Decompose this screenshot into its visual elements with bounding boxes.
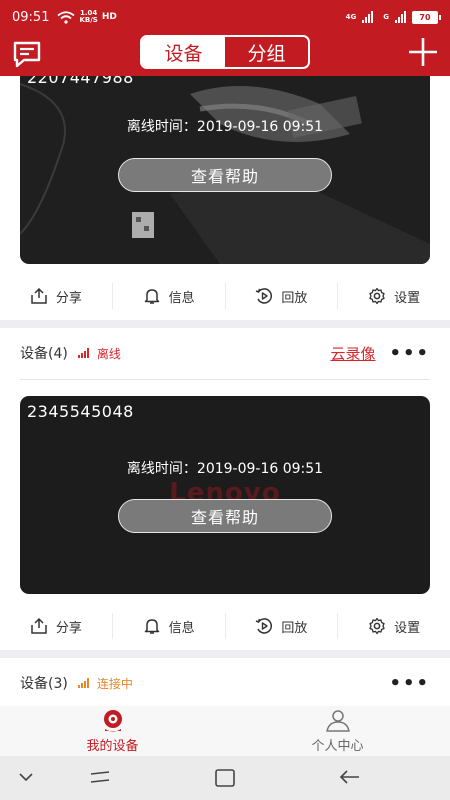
device-id: 2345545048 — [27, 402, 134, 421]
playback-label: 回放 — [281, 620, 308, 636]
playback-label: 回放 — [281, 290, 308, 306]
device-header: 设备(3) 连接中 ••• — [0, 658, 450, 706]
device-card: 设备(3) 连接中 ••• — [0, 658, 450, 706]
tab-groups[interactable]: 分组 — [225, 37, 308, 67]
settings-button[interactable]: 设置 — [338, 613, 450, 639]
add-icon[interactable] — [408, 37, 438, 67]
share-label: 分享 — [55, 620, 82, 636]
bell-icon — [144, 619, 159, 634]
system-nav-bar — [0, 756, 450, 800]
tab-devices[interactable]: 设备 — [142, 37, 225, 67]
status-bar: 09:51 1.04 KB/S HD 4G G 70 — [0, 0, 450, 34]
info-label: 信息 — [168, 290, 195, 306]
playback-icon — [256, 288, 273, 304]
message-icon[interactable] — [12, 40, 42, 68]
bell-icon — [144, 289, 159, 304]
more-options-button[interactable]: ••• — [389, 343, 430, 364]
signal-bars-icon — [77, 348, 89, 358]
help-button[interactable]: 查看帮助 — [118, 499, 332, 533]
device-card: 2207447988 离线时间：2019-09-16 09:51 查看帮助 分享… — [0, 76, 450, 320]
tab-my-devices[interactable]: 我的设备 — [0, 706, 225, 756]
signal-bars-icon — [77, 678, 89, 688]
signal-icon — [362, 11, 374, 23]
recents-icon[interactable] — [88, 767, 112, 787]
share-button[interactable]: 分享 — [0, 283, 113, 309]
signal-icon — [395, 11, 406, 23]
playback-button[interactable]: 回放 — [226, 613, 339, 639]
bottom-nav: 我的设备 个人中心 — [0, 706, 450, 756]
share-icon — [31, 287, 47, 304]
device-list[interactable]: 2207447988 离线时间：2019-09-16 09:51 查看帮助 分享… — [0, 76, 450, 706]
offline-time: 离线时间：2019-09-16 09:51 — [126, 461, 324, 477]
device-id: 2207447988 — [27, 76, 134, 87]
app-header: 设备 分组 — [0, 34, 450, 76]
battery-icon: 70 — [412, 10, 441, 24]
net-type-1: 4G — [345, 12, 357, 21]
chevron-down-icon[interactable] — [16, 767, 36, 787]
settings-icon — [369, 287, 385, 305]
divider — [20, 379, 430, 380]
status-time: 09:51 — [12, 9, 50, 25]
camera-icon — [103, 709, 122, 731]
settings-label: 设置 — [394, 290, 421, 306]
status-badge: 离线 — [96, 346, 121, 361]
my-devices-label: 我的设备 — [86, 738, 139, 754]
settings-label: 设置 — [394, 620, 421, 636]
video-preview[interactable]: 2207447988 离线时间：2019-09-16 09:51 查看帮助 — [20, 76, 430, 264]
device-name: 设备(4) — [20, 346, 68, 362]
net-speed-unit: KB/S — [79, 16, 98, 24]
action-bar: 分享 信息 回放 设置 — [0, 606, 450, 646]
playback-button[interactable]: 回放 — [226, 283, 339, 309]
home-icon[interactable] — [213, 767, 237, 789]
device-header: 设备(4) 离线 云录像 ••• — [0, 328, 450, 378]
info-label: 信息 — [168, 620, 195, 636]
offline-time: 离线时间：2019-09-16 09:51 — [126, 119, 324, 135]
wifi-icon — [57, 10, 76, 24]
settings-button[interactable]: 设置 — [338, 283, 450, 309]
cloud-recording-link[interactable]: 云录像 — [330, 343, 375, 364]
share-button[interactable]: 分享 — [0, 613, 113, 639]
share-label: 分享 — [55, 290, 82, 306]
info-button[interactable]: 信息 — [113, 283, 226, 309]
hd-badge: HD — [101, 11, 117, 22]
top-bar: 09:51 1.04 KB/S HD 4G G 70 设备 分组 — [0, 0, 450, 76]
video-preview[interactable]: 2345545048 Lenovo 离线时间：2019-09-16 09:51 … — [20, 396, 430, 594]
info-button[interactable]: 信息 — [113, 613, 226, 639]
settings-icon — [369, 617, 385, 635]
person-icon — [325, 709, 350, 732]
more-options-button[interactable]: ••• — [389, 673, 430, 694]
back-icon[interactable] — [338, 767, 362, 787]
device-name: 设备(3) — [20, 676, 68, 692]
share-icon — [31, 617, 47, 634]
tab-personal-center[interactable]: 个人中心 — [225, 706, 450, 756]
action-bar: 分享 信息 回放 设置 — [0, 276, 450, 316]
status-badge: 连接中 — [96, 676, 133, 691]
help-button[interactable]: 查看帮助 — [118, 158, 332, 192]
personal-center-label: 个人中心 — [311, 738, 364, 754]
net-type-2: G — [383, 12, 389, 21]
device-card: 设备(4) 离线 云录像 ••• 2345545048 Lenovo 离线时间：… — [0, 328, 450, 650]
playback-icon — [256, 618, 273, 634]
segmented-control: 设备 分组 — [140, 35, 310, 69]
